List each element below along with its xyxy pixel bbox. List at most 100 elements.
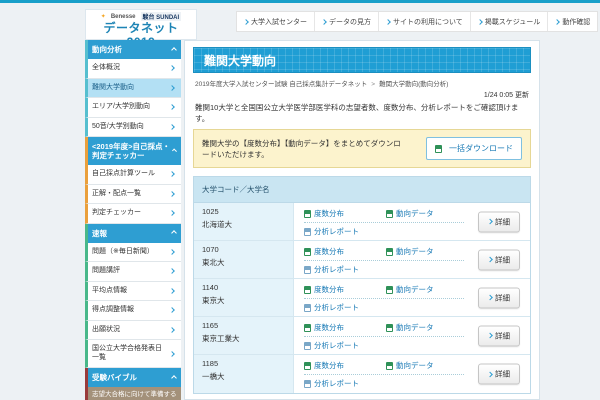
freq-dist-link[interactable]: 度数分布 <box>304 284 386 295</box>
sidebar-item[interactable]: 50音/大学別動向 <box>85 118 181 138</box>
freq-dist-link[interactable]: 度数分布 <box>304 322 386 333</box>
nav-item-4[interactable]: 動作確認 <box>547 12 597 31</box>
freq-dist-link-label: 度数分布 <box>314 360 344 371</box>
nav-item-3[interactable]: 掲載スケジュール <box>470 12 548 31</box>
chevron-right-icon <box>169 104 175 110</box>
sidebar-section-header-1[interactable]: <2019年度>自己採点・判定チェッカー <box>85 137 181 165</box>
sidebar-item[interactable]: 得点調整情報 <box>85 301 181 321</box>
excel-sheet-icon <box>386 286 393 294</box>
bulk-download-button[interactable]: 一括ダウンロード <box>426 137 522 160</box>
table-body: 1025北海道大度数分布動向データ分析レポート詳細1070東北大度数分布動向デー… <box>194 203 530 393</box>
analysis-report-link[interactable]: 分析レポート <box>304 378 359 389</box>
sidebar-item[interactable]: 出願状況 <box>85 321 181 341</box>
nav-item-label: データの見方 <box>329 17 371 27</box>
chevron-right-icon <box>169 351 175 357</box>
sidebar-item[interactable]: エリア/大学別動向 <box>85 98 181 118</box>
sidebar-item[interactable]: 正解・配点一覧 <box>85 185 181 205</box>
detail-button[interactable]: 詳細 <box>478 325 520 346</box>
main-content: 難関大学動向 2019年度大学入試センター試験 自己採点集計データネット>難関大… <box>184 40 540 400</box>
chevron-right-icon <box>487 371 493 377</box>
sidebar-item[interactable]: 平均点情報 <box>85 282 181 302</box>
trend-data-link-label: 動向データ <box>396 284 434 295</box>
sidebar-item[interactable]: 難関大学動向 <box>85 79 181 99</box>
nav-item-2[interactable]: サイトの利用について <box>378 12 470 31</box>
excel-sheet-icon <box>304 324 311 332</box>
trend-data-link[interactable]: 動向データ <box>386 284 434 295</box>
section-title: <2019年度>自己採点・判定チェッカー <box>92 142 173 160</box>
sidebar-item-label: 出願状況 <box>92 326 120 335</box>
chevron-right-icon <box>487 257 493 263</box>
freq-dist-link-label: 度数分布 <box>314 208 344 219</box>
sidebar-section-header-2[interactable]: 速報 <box>85 224 181 243</box>
analysis-report-link-label: 分析レポート <box>314 302 359 313</box>
university-cell: 1070東北大 <box>194 241 294 278</box>
university-cell: 1165東京工業大 <box>194 317 294 354</box>
analysis-report-link[interactable]: 分析レポート <box>304 264 359 275</box>
sidebar-item[interactable]: 全体概況 <box>85 59 181 79</box>
site-logo[interactable]: ✦ Benesse 駿台 SUNDAI データネット2019 <box>85 9 197 40</box>
sidebar-item[interactable]: 問題講評 <box>85 262 181 282</box>
sidebar-item-label: 難関大学動向 <box>92 84 134 93</box>
analysis-report-link[interactable]: 分析レポート <box>304 226 359 237</box>
analysis-report-link[interactable]: 分析レポート <box>304 340 359 351</box>
sidebar-item[interactable]: 判定チェッカー <box>85 204 181 224</box>
trend-data-link[interactable]: 動向データ <box>386 322 434 333</box>
sidebar-item-label: 全体概況 <box>92 64 120 73</box>
chevron-right-icon <box>169 210 175 216</box>
detail-button-label: 詳細 <box>495 254 510 265</box>
table-header: 大学コード／大学名 <box>194 177 530 203</box>
trend-data-link[interactable]: 動向データ <box>386 360 434 371</box>
excel-sheet-icon <box>304 362 311 370</box>
chevron-right-icon <box>169 268 175 274</box>
detail-button[interactable]: 詳細 <box>478 364 520 385</box>
table-row: 1185一橋大度数分布動向データ分析レポート詳細 <box>194 355 530 393</box>
sidebar-item[interactable]: 国公立大学合格発表日一覧 <box>85 340 181 368</box>
freq-dist-link[interactable]: 度数分布 <box>304 208 386 219</box>
chevron-right-icon <box>169 288 175 294</box>
trend-data-link[interactable]: 動向データ <box>386 208 434 219</box>
sidebar-item-label: 判定チェッカー <box>92 209 141 218</box>
sidebar-item-label: 得点調整情報 <box>92 306 134 315</box>
chevron-right-icon <box>169 65 175 71</box>
sidebar-item[interactable]: 自己採点計算ツール <box>85 165 181 185</box>
nav-item-1[interactable]: データの見方 <box>314 12 378 31</box>
trend-data-link-label: 動向データ <box>396 322 434 333</box>
excel-sheet-icon <box>386 210 393 218</box>
sidebar-item[interactable]: 問題（※毎日新聞） <box>85 243 181 263</box>
freq-dist-link[interactable]: 度数分布 <box>304 246 386 257</box>
nav-item-label: 掲載スケジュール <box>485 17 541 27</box>
sidebar-section-header-0[interactable]: 動向分析 <box>85 40 181 59</box>
sidebar-subheader[interactable]: 志望大合格に向けて準備する <box>85 387 181 400</box>
chevron-right-icon <box>169 171 175 177</box>
chevron-right-icon <box>169 327 175 333</box>
university-name: 一橋大 <box>202 371 285 382</box>
sidebar-item-label: 平均点情報 <box>92 287 127 296</box>
detail-button[interactable]: 詳細 <box>478 249 520 270</box>
updated-timestamp: 1/24 0:05 更新 <box>193 90 529 100</box>
detail-button-label: 詳細 <box>495 216 510 227</box>
section-title: 動向分析 <box>92 45 122 54</box>
freq-dist-link[interactable]: 度数分布 <box>304 360 386 371</box>
excel-sheet-icon <box>386 362 393 370</box>
excel-sheet-icon <box>304 210 311 218</box>
excel-sheet-icon <box>304 286 311 294</box>
sidebar-item-label: エリア/大学別動向 <box>92 103 150 112</box>
analysis-report-link-label: 分析レポート <box>314 226 359 237</box>
chevron-right-icon <box>169 249 175 255</box>
chevron-right-icon <box>169 85 175 91</box>
links-cell: 度数分布 動向データ分析レポート 詳細 <box>294 203 530 240</box>
benesse-logo: Benesse <box>111 14 136 20</box>
trend-data-link[interactable]: 動向データ <box>386 246 434 257</box>
trend-data-link-label: 動向データ <box>396 360 434 371</box>
sundai-logo: 駿台 SUNDAI <box>141 12 182 21</box>
university-name: 東北大 <box>202 257 285 268</box>
detail-button[interactable]: 詳細 <box>478 287 520 308</box>
analysis-report-link[interactable]: 分析レポート <box>304 302 359 313</box>
sidebar: 動向分析全体概況難関大学動向エリア/大学別動向 50音/大学別動向 <2019年度>… <box>85 40 181 400</box>
section-title: 受験バイブル <box>92 373 137 382</box>
nav-item-0[interactable]: 大学入試センター <box>237 12 314 31</box>
detail-button[interactable]: 詳細 <box>478 211 520 232</box>
breadcrumb-root[interactable]: 2019年度大学入試センター試験 自己採点集計データネット <box>195 81 367 88</box>
sidebar-section-header-3[interactable]: 受験バイブル <box>85 368 181 387</box>
report-doc-icon <box>304 304 311 312</box>
